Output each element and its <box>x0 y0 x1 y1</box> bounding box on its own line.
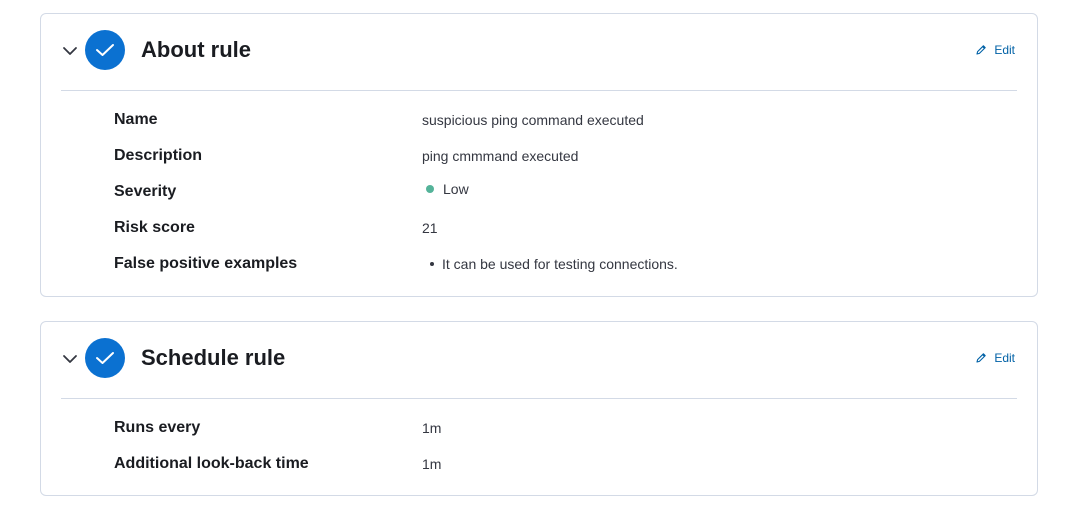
row-value: 1m <box>422 420 442 436</box>
panel-title: About rule <box>141 37 251 62</box>
row-label: Name <box>114 111 158 128</box>
row-value: ping cmmmand executed <box>422 148 579 164</box>
row-label: Severity <box>114 183 177 200</box>
about-rule-panel: About rule Edit Name suspicious ping com… <box>40 13 1038 297</box>
divider <box>61 90 1017 91</box>
chevron-down-icon[interactable] <box>61 350 79 368</box>
edit-schedule-button[interactable]: Edit <box>975 351 1015 365</box>
severity-dot-icon <box>426 185 434 193</box>
row-label: Runs every <box>114 419 201 436</box>
detail-row-description: Description ping cmmmand executed <box>114 144 1017 180</box>
pencil-icon <box>976 353 987 363</box>
check-icon <box>96 352 114 364</box>
about-rule-header: About rule Edit <box>41 14 1037 91</box>
detail-row-runs-every: Runs every 1m <box>114 416 1017 452</box>
detail-row-name: Name suspicious ping command executed <box>114 108 1017 144</box>
edit-label: Edit <box>994 351 1015 365</box>
row-label: Description <box>114 147 203 164</box>
severity-value: Low <box>422 180 469 198</box>
pencil-icon <box>976 45 987 55</box>
panel-title: Schedule rule <box>141 345 286 370</box>
bullet-icon <box>430 262 434 266</box>
false-positive-list-item: It can be used for testing connections. <box>422 255 678 273</box>
about-rule-details: Name suspicious ping command executed De… <box>114 108 1017 288</box>
edit-about-button[interactable]: Edit <box>975 43 1015 57</box>
check-icon <box>96 44 114 56</box>
detail-row-risk-score: Risk score 21 <box>114 216 1017 252</box>
severity-text: Low <box>443 181 469 197</box>
detail-row-severity: Severity Low <box>114 180 1017 216</box>
row-value: 1m <box>422 456 442 472</box>
step-complete-badge <box>85 338 125 378</box>
false-positive-text: It can be used for testing connections. <box>442 256 678 272</box>
detail-row-false-positives: False positive examples It can be used f… <box>114 252 1017 288</box>
detail-row-look-back: Additional look-back time 1m <box>114 452 1017 488</box>
schedule-rule-header: Schedule rule Edit <box>41 322 1037 399</box>
chevron-down-icon[interactable] <box>61 42 79 60</box>
row-label: Risk score <box>114 219 195 236</box>
row-value: suspicious ping command executed <box>422 112 644 128</box>
row-label: Additional look-back time <box>114 455 309 472</box>
row-label: False positive examples <box>114 255 298 272</box>
row-value: 21 <box>422 220 438 236</box>
schedule-rule-panel: Schedule rule Edit Runs every 1m Additio… <box>40 321 1038 496</box>
schedule-rule-details: Runs every 1m Additional look-back time … <box>114 416 1017 488</box>
edit-label: Edit <box>994 43 1015 57</box>
divider <box>61 398 1017 399</box>
step-complete-badge <box>85 30 125 70</box>
